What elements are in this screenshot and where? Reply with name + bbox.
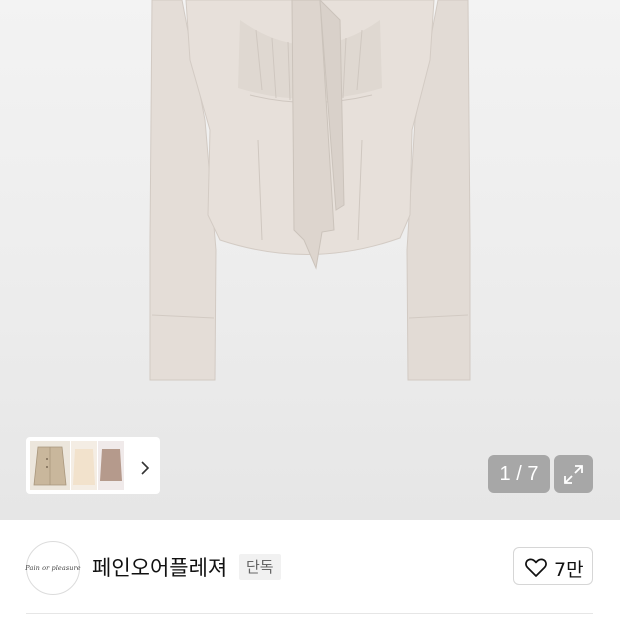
brand-name[interactable]: 페인오어플레져 xyxy=(92,552,227,582)
image-counter: 1 / 7 xyxy=(488,455,550,493)
divider xyxy=(26,613,593,614)
expand-icon[interactable] xyxy=(554,455,593,493)
exclusive-badge: 단독 xyxy=(239,554,281,580)
like-count: 7만 xyxy=(554,559,584,581)
thumbnail-3[interactable] xyxy=(98,441,124,490)
chevron-right-icon[interactable] xyxy=(138,460,152,475)
brand-logo-text: Pain or pleasure xyxy=(25,564,81,572)
product-image-gallery[interactable]: 1 / 7 xyxy=(0,0,620,520)
brand-row: Pain or pleasure 페인오어플레져 단독 7만 xyxy=(0,520,620,620)
like-button[interactable]: 7만 xyxy=(513,547,593,585)
thumbnail-2[interactable] xyxy=(71,441,97,490)
thumbnail-1[interactable] xyxy=(30,441,70,490)
brand-logo[interactable]: Pain or pleasure xyxy=(25,541,81,595)
heart-icon xyxy=(525,558,547,577)
